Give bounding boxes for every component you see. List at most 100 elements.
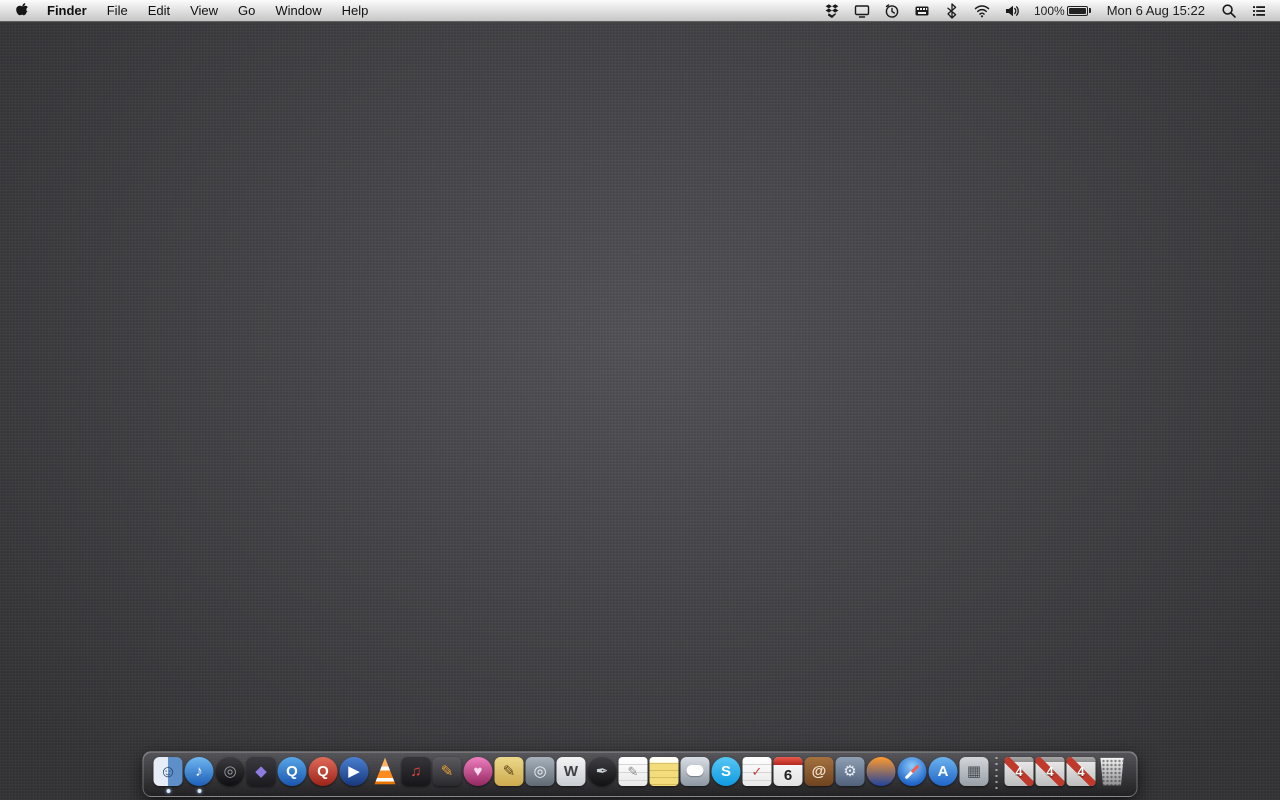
skype[interactable]: S [711, 756, 742, 793]
messages[interactable] [680, 756, 711, 793]
calendar-glyph: 6 [783, 766, 793, 784]
design-tool[interactable]: ✎ [432, 756, 463, 793]
reminders-glyph: ✓ [751, 764, 763, 779]
input-source-icon[interactable] [907, 0, 937, 21]
volume-icon[interactable] [997, 0, 1027, 21]
minimized-window-1[interactable]: 4 [1004, 756, 1035, 793]
vlc-icon [374, 757, 396, 785]
safari[interactable] [897, 756, 928, 793]
dropbox-icon[interactable] [817, 0, 847, 21]
app-store-glyph: A [937, 763, 949, 780]
trash[interactable] [1097, 756, 1128, 793]
image-capture-glyph: ◎ [533, 763, 547, 780]
minimized-window-2[interactable]: 4 [1035, 756, 1066, 793]
media-player[interactable]: ▶ [339, 756, 370, 793]
itunes[interactable]: ♪ [184, 756, 215, 793]
menu-finder[interactable]: Finder [43, 0, 97, 21]
textedit-icon: ✎ [618, 757, 648, 786]
time-machine-icon[interactable] [877, 0, 907, 21]
pen-circle-app[interactable]: ✒ [587, 756, 618, 793]
design-tool-glyph: ✎ [440, 763, 454, 780]
reminders[interactable]: ✓ [742, 756, 773, 793]
grid-app[interactable]: ▦ [959, 756, 990, 793]
menubar-status: 100% Mon 6 Aug 15:22 [817, 0, 1280, 21]
audio-app[interactable]: ♫ [401, 756, 432, 793]
sketch-pad-icon: ✎ [494, 757, 524, 786]
notes[interactable] [649, 756, 680, 793]
quicktime-blue-icon: Q [277, 757, 307, 786]
reminders-icon: ✓ [742, 757, 772, 786]
image-capture-icon: ◎ [525, 757, 555, 786]
itunes-icon: ♪ [184, 757, 214, 786]
aperture-glyph: ◎ [223, 763, 237, 780]
menubar: Finder File Edit View Go Window Help 100… [0, 0, 1280, 22]
vlc[interactable] [370, 756, 401, 793]
final-cut-pro[interactable]: ◆ [246, 756, 277, 793]
menu-help[interactable]: Help [332, 0, 379, 21]
itunes-glyph: ♪ [195, 763, 203, 780]
dock-divider[interactable] [995, 756, 998, 793]
menu-view[interactable]: View [180, 0, 228, 21]
spotlight-icon[interactable] [1214, 0, 1244, 21]
final-cut-pro-icon: ◆ [246, 757, 276, 786]
calendar-icon: 6 [773, 757, 803, 786]
aperture-icon: ◎ [215, 757, 245, 786]
quicktime-red[interactable]: Q [308, 756, 339, 793]
desktop[interactable] [0, 0, 1280, 800]
notes-icon [649, 757, 679, 786]
running-indicator [166, 789, 170, 793]
display-mirroring-icon[interactable] [847, 0, 877, 21]
pen-circle-app-icon: ✒ [587, 757, 617, 786]
contacts[interactable]: @ [804, 756, 835, 793]
menu-go[interactable]: Go [228, 0, 265, 21]
bluetooth-icon[interactable] [937, 0, 967, 21]
dock-items: ☺ ♪ ◎ ◆ Q Q ▶ ♫ ✎ ♥ ✎ ◎ W ✒ ✎ S ✓ 6 @ ⚙ A ▦ [153, 756, 990, 793]
wifi-icon[interactable] [967, 0, 997, 21]
quicktime-blue[interactable]: Q [277, 756, 308, 793]
apple-icon [16, 2, 29, 20]
app-store-icon: A [928, 757, 958, 786]
contacts-icon: @ [804, 757, 834, 786]
apple-menu[interactable] [0, 0, 43, 21]
notification-center-icon[interactable] [1244, 0, 1274, 21]
menubar-menus: Finder File Edit View Go Window Help [0, 0, 378, 21]
word-w[interactable]: W [556, 756, 587, 793]
battery-status[interactable]: 100% [1027, 0, 1098, 21]
image-capture[interactable]: ◎ [525, 756, 556, 793]
finder[interactable]: ☺ [153, 756, 184, 793]
battery-icon [1066, 5, 1091, 16]
utility-app[interactable]: ⚙ [835, 756, 866, 793]
audio-app-glyph: ♫ [410, 763, 422, 780]
aperture[interactable]: ◎ [215, 756, 246, 793]
menu-file[interactable]: File [97, 0, 138, 21]
minimized-window-1-icon: 4 [1004, 757, 1034, 786]
app-store[interactable]: A [928, 756, 959, 793]
minimized-window-1-glyph: 4 [1015, 764, 1023, 779]
word-w-icon: W [556, 757, 586, 786]
sketch-pad[interactable]: ✎ [494, 756, 525, 793]
heart-sphere-app-glyph: ♥ [473, 763, 483, 780]
firefox[interactable] [866, 756, 897, 793]
dock-trash-section [1097, 756, 1128, 793]
battery-percentage: 100% [1033, 3, 1065, 18]
minimized-window-3[interactable]: 4 [1066, 756, 1097, 793]
minimized-window-3-glyph: 4 [1077, 764, 1085, 779]
heart-sphere-app[interactable]: ♥ [463, 756, 494, 793]
minimized-window-3-icon: 4 [1066, 757, 1096, 786]
menubar-clock[interactable]: Mon 6 Aug 15:22 [1098, 0, 1214, 21]
media-player-icon: ▶ [339, 757, 369, 786]
utility-app-glyph: ⚙ [843, 763, 857, 780]
safari-icon [897, 757, 927, 786]
utility-app-icon: ⚙ [835, 757, 865, 786]
menu-window[interactable]: Window [265, 0, 331, 21]
quicktime-red-glyph: Q [317, 763, 329, 780]
minimized-window-2-icon: 4 [1035, 757, 1065, 786]
textedit[interactable]: ✎ [618, 756, 649, 793]
messages-icon [680, 757, 710, 786]
contacts-glyph: @ [811, 763, 827, 780]
media-player-glyph: ▶ [348, 763, 360, 780]
dock: ☺ ♪ ◎ ◆ Q Q ▶ ♫ ✎ ♥ ✎ ◎ W ✒ ✎ S ✓ 6 @ ⚙ A ▦ 4 4 4 [142, 751, 1138, 797]
skype-glyph: S [720, 763, 731, 780]
calendar[interactable]: 6 [773, 756, 804, 793]
menu-edit[interactable]: Edit [138, 0, 180, 21]
